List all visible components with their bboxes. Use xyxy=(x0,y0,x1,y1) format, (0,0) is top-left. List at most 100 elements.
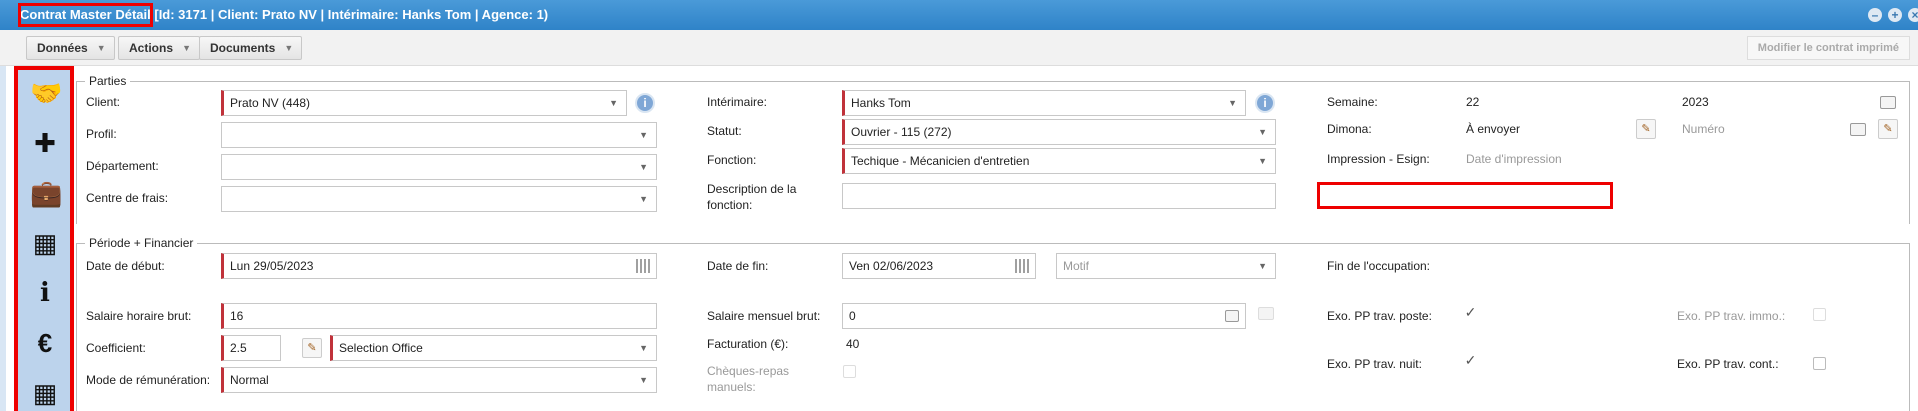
calculator-icon[interactable] xyxy=(1258,307,1274,320)
client-value: Prato NV (448) xyxy=(230,96,311,110)
exo-poste-label: Exo. PP trav. poste: xyxy=(1327,309,1432,323)
exo-nuit-checkbox[interactable]: ✓ xyxy=(1464,353,1477,368)
dimona-value: À envoyer xyxy=(1466,122,1521,136)
semaine-label: Semaine: xyxy=(1327,95,1378,109)
salaire-horaire-value: 16 xyxy=(230,309,244,323)
coefficient-office-select[interactable]: Selection Office ▼ xyxy=(330,335,657,361)
date-fin-input[interactable]: Ven 02/06/2023 xyxy=(842,253,1036,279)
date-debut-value: Lun 29/05/2023 xyxy=(230,259,314,273)
actions-menu-button[interactable]: Actions ▼ xyxy=(118,36,201,60)
coefficient-input[interactable]: 2.5 xyxy=(221,335,281,361)
statut-label: Statut: xyxy=(707,124,742,138)
handshake-icon[interactable]: 🤝 xyxy=(30,78,62,108)
briefcase-icon[interactable]: 💼 xyxy=(30,178,62,208)
chevron-down-icon: ▼ xyxy=(182,43,192,53)
chevron-down-icon: ▼ xyxy=(609,98,618,108)
chevron-down-icon: ▼ xyxy=(96,43,106,53)
euro-icon[interactable]: € xyxy=(30,328,60,358)
donnees-label: Données xyxy=(37,41,88,55)
title-highlight-box xyxy=(18,3,153,27)
calculator-icon[interactable]: ▦ xyxy=(30,378,60,408)
parties-legend: Parties xyxy=(89,74,127,88)
dimona-label: Dimona: xyxy=(1327,122,1372,136)
id-card-icon[interactable] xyxy=(1880,96,1896,109)
window-titlebar: Contrat Master Détail [Id: 3171 | Client… xyxy=(0,0,1918,30)
exo-poste-checkbox[interactable]: ✓ xyxy=(1464,305,1477,320)
exo-immo-checkbox[interactable] xyxy=(1813,308,1826,321)
date-fin-label: Date de fin: xyxy=(707,259,769,273)
chevron-down-icon: ▼ xyxy=(639,194,648,204)
interimaire-value: Hanks Tom xyxy=(851,96,911,110)
calendar-icon[interactable] xyxy=(1015,259,1029,273)
documents-label: Documents xyxy=(210,41,276,55)
salaire-horaire-input[interactable]: 16 xyxy=(221,303,657,329)
exo-cont-label: Exo. PP trav. cont.: xyxy=(1677,357,1779,371)
left-edge xyxy=(0,66,6,411)
date-debut-input[interactable]: Lun 29/05/2023 xyxy=(221,253,657,279)
section-sidebar: 🤝 ✚ 💼 ▦ i € ▦ xyxy=(14,66,74,411)
modifier-contrat-button[interactable]: Modifier le contrat imprimé xyxy=(1746,36,1910,60)
chevron-down-icon: ▼ xyxy=(284,43,294,53)
fonction-select[interactable]: Techique - Mécanicien d'entretien ▼ xyxy=(842,148,1276,174)
interimaire-info-icon[interactable]: i xyxy=(1255,93,1275,113)
statut-value: Ouvrier - 115 (272) xyxy=(851,125,952,139)
impression-esign-label: Impression - Esign: xyxy=(1327,152,1430,166)
coefficient-value: 2.5 xyxy=(230,341,247,355)
toolbar: Données ▼ Actions ▼ Documents ▼ Modifier… xyxy=(0,30,1918,66)
year-value: 2023 xyxy=(1682,95,1709,109)
statut-select[interactable]: Ouvrier - 115 (272) ▼ xyxy=(842,119,1276,145)
documents-menu-button[interactable]: Documents ▼ xyxy=(199,36,303,60)
profil-label: Profil: xyxy=(86,127,117,141)
numero-placeholder: Numéro xyxy=(1682,122,1725,136)
exo-nuit-label: Exo. PP trav. nuit: xyxy=(1327,357,1422,371)
info-icon[interactable]: i xyxy=(30,278,60,308)
client-label: Client: xyxy=(86,95,121,109)
client-select[interactable]: Prato NV (448) ▼ xyxy=(221,90,627,116)
chevron-down-icon: ▼ xyxy=(639,130,648,140)
salaire-mensuel-input[interactable]: 0 xyxy=(842,303,1246,329)
centre-frais-label: Centre de frais: xyxy=(86,191,169,205)
profil-select[interactable]: ▼ xyxy=(221,122,657,148)
exo-immo-label: Exo. PP trav. immo.: xyxy=(1677,309,1786,323)
interimaire-select[interactable]: Hanks Tom ▼ xyxy=(842,90,1246,116)
centre-frais-select[interactable]: ▼ xyxy=(221,186,657,212)
id-card-icon[interactable] xyxy=(1850,123,1866,136)
cheques-repas-checkbox[interactable] xyxy=(843,365,856,378)
cheques-repas-label: Chèques-repas manuels: xyxy=(707,364,790,394)
facturation-value: 40 xyxy=(846,337,860,351)
departement-label: Département: xyxy=(86,159,159,173)
close-icon[interactable]: × xyxy=(1908,8,1918,22)
date-fin-value: Ven 02/06/2023 xyxy=(849,259,934,273)
client-info-icon[interactable]: i xyxy=(635,93,655,113)
coefficient-edit-icon[interactable]: ✎ xyxy=(302,338,322,358)
calendar-icon[interactable]: ▦ xyxy=(30,228,60,258)
donnees-menu-button[interactable]: Données ▼ xyxy=(26,36,115,60)
motif-select[interactable]: Motif ▼ xyxy=(1056,253,1276,279)
calendar-plus-icon[interactable]: ✚ xyxy=(30,128,60,158)
minimize-icon[interactable]: – xyxy=(1868,8,1882,22)
exo-cont-checkbox[interactable] xyxy=(1813,357,1826,370)
description-fonction-label: Description de la fonction: xyxy=(707,182,797,212)
departement-select[interactable]: ▼ xyxy=(221,154,657,180)
description-fonction-input[interactable] xyxy=(842,183,1276,209)
motif-placeholder: Motif xyxy=(1063,259,1090,273)
salaire-mensuel-label: Salaire mensuel brut: xyxy=(707,309,821,323)
salaire-mensuel-value: 0 xyxy=(849,309,856,323)
interimaire-label: Intérimaire: xyxy=(707,95,768,109)
chevron-down-icon: ▼ xyxy=(1258,156,1267,166)
mode-remuneration-select[interactable]: Normal ▼ xyxy=(221,367,657,393)
chevron-down-icon: ▼ xyxy=(639,343,648,353)
edit-icon[interactable]: ✎ xyxy=(1878,119,1898,139)
maximize-icon[interactable]: + xyxy=(1888,8,1902,22)
facturation-label: Facturation (€): xyxy=(707,337,789,351)
mode-remuneration-label: Mode de rémunération: xyxy=(86,373,211,387)
actions-label: Actions xyxy=(129,41,174,55)
highlight-box xyxy=(1317,182,1613,209)
semaine-value: 22 xyxy=(1466,95,1480,109)
chevron-down-icon: ▼ xyxy=(1258,127,1267,137)
chevron-down-icon: ▼ xyxy=(639,162,648,172)
calendar-icon[interactable] xyxy=(636,259,650,273)
chevron-down-icon: ▼ xyxy=(639,375,648,385)
id-card-icon[interactable] xyxy=(1225,310,1239,322)
dimona-edit-icon[interactable]: ✎ xyxy=(1636,119,1656,139)
